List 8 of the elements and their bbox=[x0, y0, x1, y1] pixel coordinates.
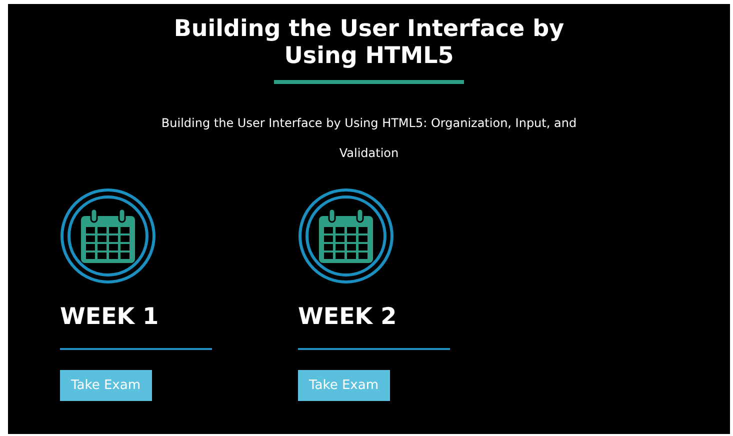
subtitle: Building the User Interface by Using HTML5: Organization, Input, and Validation bbox=[160, 115, 578, 162]
take-exam-button[interactable]: Take Exam bbox=[298, 370, 390, 401]
page-title: Building the User Interface by Using HTML5 bbox=[172, 16, 566, 70]
week-heading: WEEK 1 bbox=[60, 304, 159, 330]
week-heading: WEEK 2 bbox=[298, 304, 397, 330]
calendar-icon bbox=[60, 188, 156, 284]
calendar-icon bbox=[298, 188, 394, 284]
take-exam-button[interactable]: Take Exam bbox=[60, 370, 152, 401]
